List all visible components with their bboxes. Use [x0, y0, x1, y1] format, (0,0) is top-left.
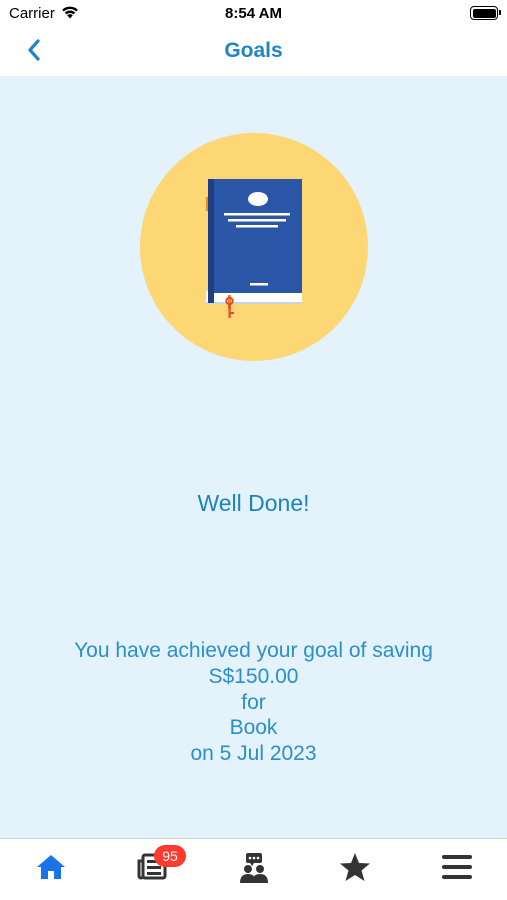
- menu-icon: [441, 852, 473, 887]
- status-time: 8:54 AM: [225, 5, 282, 22]
- goal-icon-circle: [140, 133, 368, 361]
- tab-menu[interactable]: [406, 839, 507, 900]
- for-label: for: [241, 691, 266, 714]
- news-badge: 95: [154, 845, 186, 867]
- goal-name: Book: [229, 716, 278, 739]
- achieved-date: on 5 Jul 2023: [190, 742, 317, 765]
- tab-news[interactable]: 95: [101, 839, 202, 900]
- navigation-bar: Goals: [0, 28, 507, 76]
- goal-achieved-panel: Well Done! You have achieved your goal o…: [0, 76, 507, 838]
- well-done-heading: Well Done!: [197, 490, 310, 516]
- achievement-message: You have achieved your goal of saving: [74, 639, 433, 662]
- battery-icon: [470, 6, 501, 20]
- book-icon: [202, 177, 302, 332]
- status-bar: Carrier 8:54 AM: [0, 0, 507, 28]
- tab-favorites[interactable]: [304, 839, 405, 900]
- goal-amount: S$150.00: [208, 665, 299, 688]
- tab-bar: 95: [0, 838, 507, 900]
- community-chat-icon: [238, 852, 270, 889]
- home-icon: [35, 852, 67, 887]
- star-icon: [339, 852, 371, 887]
- tab-community[interactable]: [203, 839, 304, 900]
- tab-home[interactable]: [0, 839, 101, 900]
- page-title: Goals: [224, 39, 283, 62]
